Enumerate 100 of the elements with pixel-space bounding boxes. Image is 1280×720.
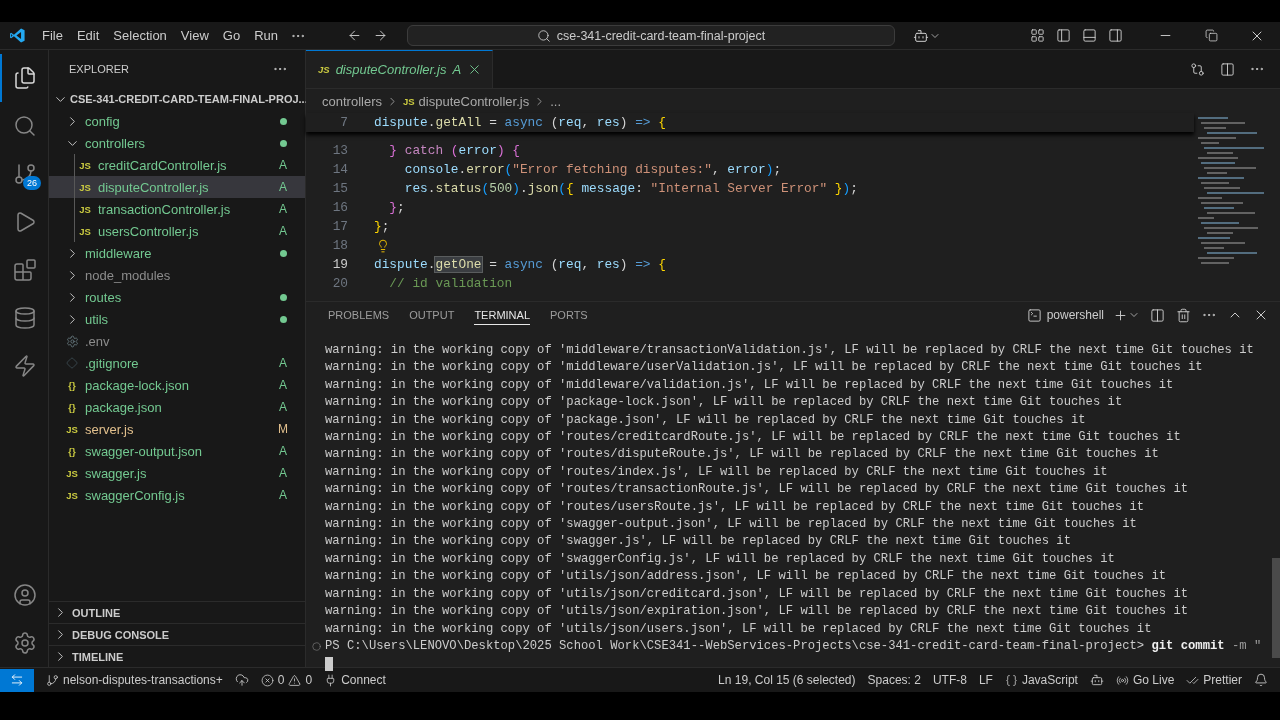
go-live-button[interactable]: Go Live bbox=[1109, 669, 1181, 691]
remote-button[interactable] bbox=[0, 668, 34, 692]
terminal-line: warning: in the working copy of 'routes/usersRoute.js', LF will be replaced by CRLF the next time Git touches it bbox=[325, 498, 1146, 516]
database-icon[interactable] bbox=[13, 306, 37, 330]
compare-icon[interactable] bbox=[1189, 61, 1205, 77]
panel-tab[interactable]: OUTPUT bbox=[409, 305, 455, 325]
git-status: A bbox=[278, 158, 288, 172]
problems-button[interactable]: 0 0 bbox=[254, 669, 319, 691]
panel-tab[interactable]: TERMINAL bbox=[474, 305, 530, 325]
command-center[interactable]: cse-341-credit-card-team-final-project bbox=[407, 25, 895, 46]
code-line: // id validation bbox=[388, 276, 513, 291]
section-header[interactable]: DEBUG CONSOLE bbox=[49, 623, 305, 645]
tree-item[interactable]: JS server.js M bbox=[49, 418, 305, 440]
folder-header[interactable]: CSE-341-CREDIT-CARD-TEAM-FINAL-PROJ... bbox=[49, 88, 305, 110]
tree-item[interactable]: {} swagger-output.json A bbox=[49, 440, 305, 462]
restore-icon[interactable] bbox=[1204, 29, 1218, 42]
tree-item[interactable]: {} package-lock.json A bbox=[49, 374, 305, 396]
file-name: .gitignore bbox=[85, 355, 140, 371]
branch-icon[interactable] bbox=[46, 673, 59, 687]
panel-bottom-icon[interactable] bbox=[1081, 28, 1097, 43]
warning-count: 0 bbox=[305, 673, 313, 687]
menu-item[interactable]: Go bbox=[215, 24, 248, 47]
status-item[interactable]: Spaces: 2 bbox=[861, 669, 927, 691]
tree-item[interactable]: controllers bbox=[49, 132, 305, 154]
tree-item[interactable]: routes bbox=[49, 286, 305, 308]
tree-item[interactable]: JS swaggerConfig.js A bbox=[49, 484, 305, 506]
cloud-upload-icon[interactable] bbox=[234, 673, 249, 687]
menu-item[interactable]: Run bbox=[247, 24, 285, 47]
tree-item[interactable]: JS creditCardController.js A bbox=[49, 154, 305, 176]
sidebar-title: EXPLORER bbox=[69, 63, 129, 75]
menu-item[interactable]: Edit bbox=[69, 24, 107, 47]
files-icon[interactable] bbox=[13, 66, 37, 90]
tree-item[interactable]: middleware bbox=[49, 242, 305, 264]
tree-item[interactable]: JS transactionController.js A bbox=[49, 198, 305, 220]
error-count: 0 bbox=[277, 673, 285, 687]
breadcrumb-item[interactable]: disputeController.js bbox=[418, 93, 530, 109]
panel-right-icon[interactable] bbox=[1107, 28, 1123, 43]
editor-tab[interactable]: JS disputeController.js A bbox=[306, 50, 494, 88]
menu-item[interactable]: View bbox=[173, 24, 216, 47]
terminal-icon[interactable] bbox=[1026, 307, 1042, 323]
status-item[interactable]: UTF-8 bbox=[926, 669, 973, 691]
file-type-icon: {} bbox=[68, 401, 76, 413]
warning-icon[interactable] bbox=[288, 673, 302, 687]
git-status: A bbox=[278, 202, 288, 216]
plus-icon[interactable] bbox=[1112, 307, 1128, 323]
panel-tab[interactable]: PROBLEMS bbox=[328, 305, 390, 325]
status-item[interactable]: Ln 19, Col 15 (6 selected) bbox=[712, 669, 862, 691]
git-status-dot bbox=[280, 139, 287, 147]
tree-item[interactable]: utils bbox=[49, 308, 305, 330]
broadcast-icon[interactable] bbox=[1115, 673, 1129, 687]
lightning-icon[interactable] bbox=[13, 354, 37, 378]
activity-item[interactable]: 26 bbox=[0, 150, 48, 198]
section-header[interactable]: OUTLINE bbox=[49, 601, 305, 623]
panel-left-icon[interactable] bbox=[1055, 28, 1071, 43]
tree-item[interactable]: .gitignore A bbox=[49, 352, 305, 374]
account-icon[interactable] bbox=[13, 583, 37, 607]
settings-icon[interactable] bbox=[13, 631, 37, 655]
scrollbar-thumb[interactable] bbox=[1272, 558, 1280, 658]
terminal-line: warning: in the working copy of 'middleware/transactionValidation.js', LF will be replaced by CRLF the next time Git touches it bbox=[325, 342, 1255, 359]
panel-tab[interactable]: PORTS bbox=[550, 305, 588, 325]
terminal-select-button[interactable]: powershell bbox=[1026, 307, 1104, 323]
error-icon[interactable] bbox=[260, 673, 274, 687]
tree-item[interactable]: node_modules bbox=[49, 264, 305, 286]
line-number: 14 bbox=[331, 162, 348, 177]
split-icon[interactable] bbox=[1149, 307, 1165, 323]
tree-item[interactable]: JS usersController.js A bbox=[49, 220, 305, 242]
tree-item[interactable]: JS disputeController.js A bbox=[49, 176, 305, 198]
branch-icon[interactable] bbox=[13, 162, 37, 186]
file-name: node_modules bbox=[85, 267, 172, 283]
diamond-icon bbox=[66, 357, 78, 369]
menu-item[interactable]: Selection bbox=[106, 24, 174, 47]
tree-item[interactable]: config bbox=[49, 110, 305, 132]
tree-item[interactable]: JS swagger.js A bbox=[49, 462, 305, 484]
trash-icon[interactable] bbox=[1175, 307, 1191, 323]
connect-button[interactable]: Connect bbox=[318, 669, 392, 691]
braces-icon[interactable] bbox=[1004, 673, 1018, 687]
status-item[interactable]: LF bbox=[972, 669, 999, 691]
search-icon[interactable] bbox=[13, 114, 37, 138]
bot-icon[interactable] bbox=[913, 27, 929, 44]
count-badge: 26 bbox=[23, 176, 41, 190]
blocks-icon[interactable] bbox=[13, 258, 37, 282]
split-icon[interactable] bbox=[1219, 61, 1235, 77]
language-button[interactable]: JavaScript bbox=[998, 669, 1084, 691]
menu-item[interactable]: File bbox=[35, 24, 70, 47]
tree-item[interactable]: {} package.json A bbox=[49, 396, 305, 418]
file-type-icon: JS bbox=[79, 181, 91, 193]
file-name: config bbox=[85, 113, 121, 129]
bell-icon[interactable] bbox=[1254, 673, 1268, 687]
code-line: }; bbox=[388, 200, 405, 215]
code-line: } catch (error) { bbox=[388, 143, 520, 158]
branch-button[interactable]: nelson-disputes-transactions+ bbox=[40, 669, 229, 691]
file-name: package.json bbox=[85, 399, 163, 415]
layout-icon[interactable] bbox=[1029, 28, 1045, 43]
search-icon[interactable] bbox=[536, 28, 551, 43]
breadcrumb-item[interactable]: controllers bbox=[322, 93, 382, 109]
breadcrumb-item[interactable]: ... bbox=[550, 93, 561, 109]
prettier-button[interactable]: Prettier bbox=[1180, 669, 1248, 691]
lightbulb-icon[interactable] bbox=[376, 238, 390, 253]
tree-item[interactable]: .env bbox=[49, 330, 305, 352]
bot-icon[interactable] bbox=[1089, 673, 1104, 687]
